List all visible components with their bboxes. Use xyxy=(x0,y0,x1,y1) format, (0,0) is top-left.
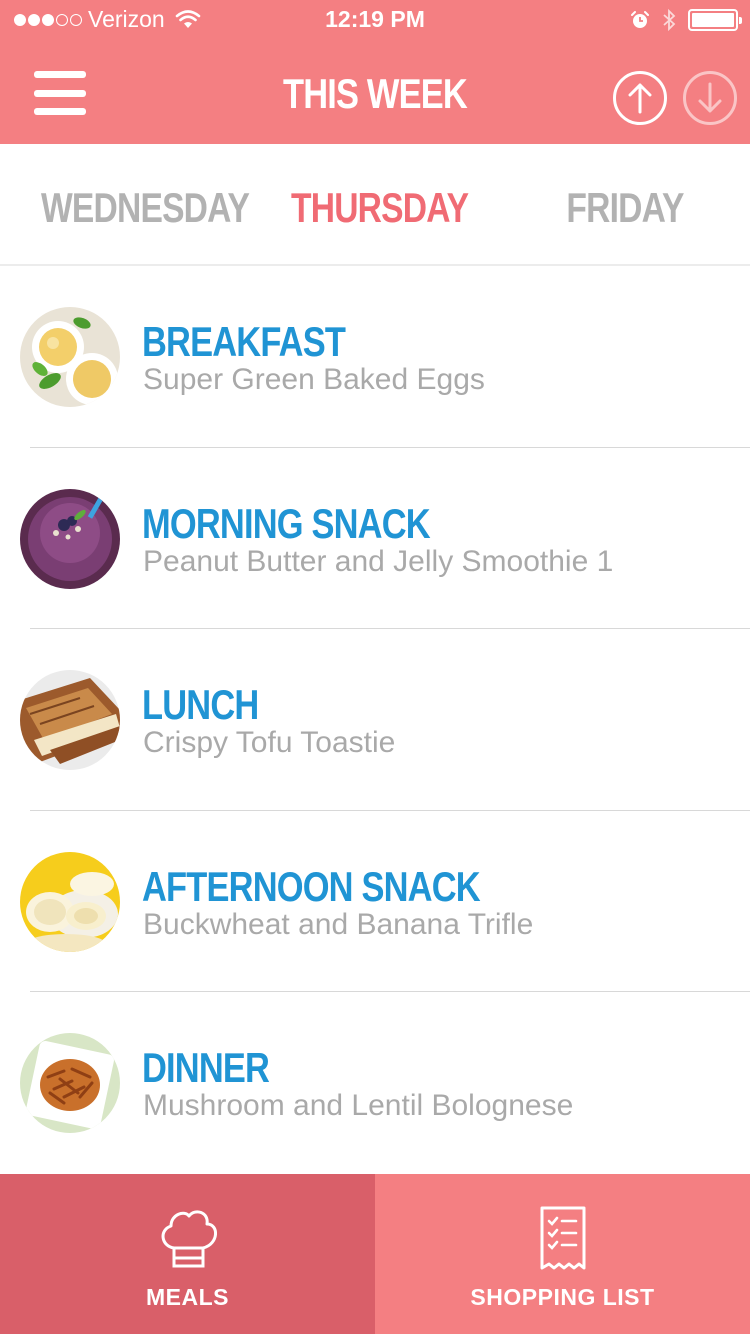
tab-label: MEALS xyxy=(146,1284,229,1310)
checklist-receipt-icon xyxy=(540,1206,585,1270)
page-title: THIS WEEK xyxy=(283,70,468,117)
meal-name: LUNCH xyxy=(142,681,259,728)
meal-row-morning-snack[interactable]: MORNING SNACK Peanut Butter and Jelly Sm… xyxy=(0,448,750,630)
tab-meals[interactable]: MEALS xyxy=(0,1174,375,1334)
bolognese-photo xyxy=(20,1033,120,1133)
meal-recipe: Peanut Butter and Jelly Smoothie 1 xyxy=(143,544,614,578)
meal-list: BREAKFAST Super Green Baked Eggs MORNING… xyxy=(0,266,750,1174)
tofu-toastie-photo xyxy=(20,670,120,770)
meal-row-afternoon-snack[interactable]: AFTERNOON SNACK Buckwheat and Banana Tri… xyxy=(0,811,750,993)
meal-recipe: Crispy Tofu Toastie xyxy=(143,726,396,759)
tab-shopping-list[interactable]: SHOPPING LIST xyxy=(375,1174,750,1334)
meal-recipe: Buckwheat and Banana Trifle xyxy=(143,907,534,941)
day-current[interactable]: THURSDAY xyxy=(291,184,469,232)
meal-row-lunch[interactable]: LUNCH Crispy Tofu Toastie xyxy=(0,629,750,811)
tab-bar: MEALS SHOPPING LIST xyxy=(0,1174,750,1334)
meal-name: DINNER xyxy=(142,1044,270,1091)
day-next[interactable]: FRIDAY xyxy=(541,184,709,232)
baked-eggs-photo xyxy=(20,307,120,407)
meal-name: AFTERNOON SNACK xyxy=(142,862,481,910)
banana-trifle-photo xyxy=(20,851,120,952)
status-bar: Verizon 12:19 PM xyxy=(0,0,750,40)
chef-hat-icon xyxy=(161,1210,217,1268)
bluetooth-icon xyxy=(663,8,676,32)
arrow-down-circle-icon[interactable] xyxy=(682,70,738,126)
smoothie-photo xyxy=(20,488,120,589)
meal-row-dinner[interactable]: DINNER Mushroom and Lentil Bolognese xyxy=(0,992,750,1174)
meal-name: BREAKFAST xyxy=(142,318,346,365)
alarm-icon xyxy=(631,11,649,28)
header: THIS WEEK xyxy=(0,40,750,144)
day-selector: WEDNESDAY THURSDAY FRIDAY xyxy=(0,144,750,266)
tab-label: SHOPPING LIST xyxy=(470,1284,655,1310)
meal-recipe: Super Green Baked Eggs xyxy=(143,363,485,396)
arrow-up-circle-icon[interactable] xyxy=(612,70,668,126)
battery-icon xyxy=(688,9,742,31)
day-previous[interactable]: WEDNESDAY xyxy=(41,184,250,232)
meal-name: MORNING SNACK xyxy=(142,499,431,547)
status-icons xyxy=(630,8,742,32)
meal-recipe: Mushroom and Lentil Bolognese xyxy=(143,1089,574,1122)
meal-row-breakfast[interactable]: BREAKFAST Super Green Baked Eggs xyxy=(0,266,750,448)
